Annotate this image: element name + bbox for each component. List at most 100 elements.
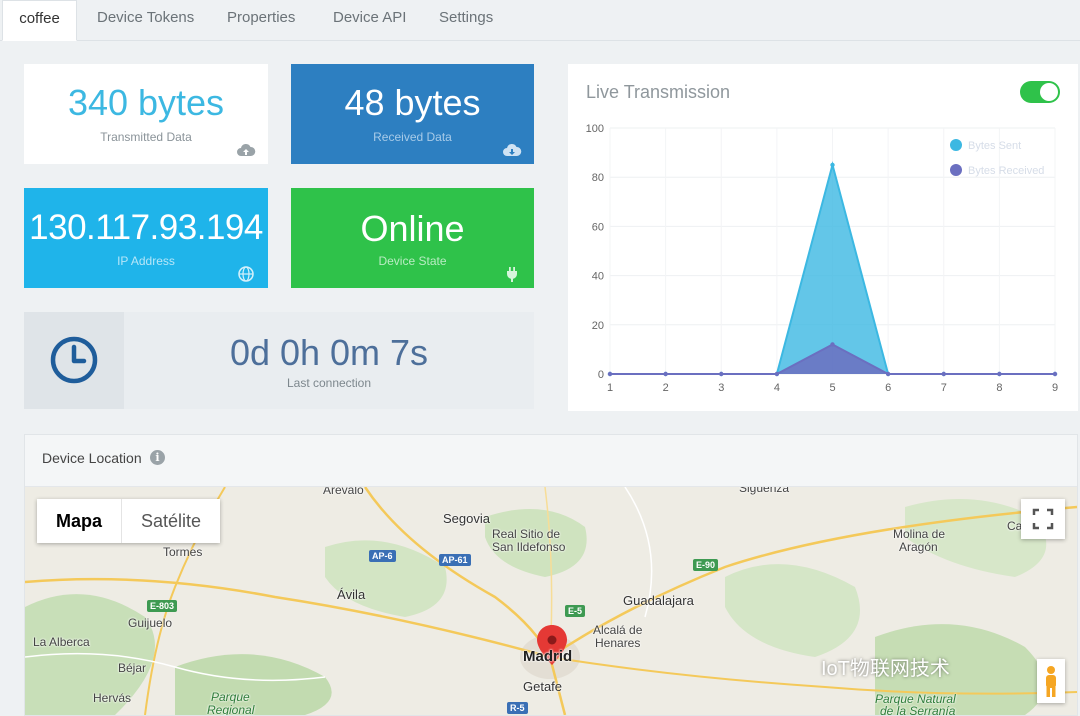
live-transmission-panel: 0 20 40 60 80 100 1 2 3 4 5 6 7 8 9 Bytes Sent Bytes Rec… — [568, 64, 1078, 411]
chart-y-tick-label: 80 — [592, 172, 604, 184]
map-label-alcala-1: Alcalá de — [593, 623, 643, 637]
map-label-siguenza: Sigüenza — [739, 487, 790, 495]
road-shield-e90: E-90 — [693, 559, 719, 571]
chart-point-bytes-received — [607, 371, 613, 377]
received-data-value: 48 bytes — [344, 82, 481, 123]
transmitted-data-label: Transmitted Data — [100, 130, 192, 144]
globe-icon — [238, 266, 254, 282]
map-label-madrid: Madrid — [523, 648, 573, 665]
chart-legend-marker — [950, 139, 962, 151]
chart-y-tick-label: 100 — [586, 123, 604, 135]
chart-point-bytes-received — [941, 371, 946, 377]
road-shield-e5: E-5 — [565, 605, 586, 617]
map-label-bejar: Béjar — [118, 661, 147, 675]
tab-settings[interactable]: Settings — [439, 0, 493, 41]
map-label-real-sitio-2: San Ildefonso — [492, 540, 566, 554]
road-shield-ap6: AP-6 — [369, 550, 396, 562]
chart-point-bytes-received — [774, 371, 780, 377]
tab-bar: coffee Device Tokens Properties Device A… — [0, 0, 1080, 41]
map-label-guijuelo: Guijuelo — [128, 616, 173, 630]
toggle-knob — [1040, 83, 1058, 101]
chart-x-tick-label: 3 — [718, 382, 724, 394]
chart-y-tick-label: 20 — [592, 320, 604, 332]
cloud-download-icon — [503, 143, 522, 156]
clock-box — [24, 312, 124, 409]
chart-y-tick-label: 60 — [592, 221, 604, 233]
road-shield-ap61: AP-61 — [439, 554, 471, 566]
ip-address-value: 130.117.93.194 — [29, 208, 263, 247]
chart-area-bytes-received — [610, 344, 1055, 374]
received-data-card: 48 bytes Received Data — [291, 64, 534, 164]
chart-point-bytes-received — [719, 371, 724, 377]
chart-x-tick-label: 8 — [996, 382, 1002, 394]
device-location-title: Device Location — [42, 450, 142, 466]
ip-address-label: IP Address — [117, 254, 175, 268]
chart-x-tick-label: 5 — [829, 382, 835, 394]
chart-x-tick-label: 6 — [885, 382, 891, 394]
chart-point-bytes-received — [885, 371, 891, 377]
chart-x-tick-label: 2 — [663, 382, 669, 394]
ip-address-card: 130.117.93.194 IP Address — [24, 188, 268, 288]
map-label-parque-regional-2: Regional — [207, 703, 255, 715]
live-transmission-toggle[interactable] — [1020, 81, 1060, 103]
fullscreen-button[interactable] — [1021, 499, 1065, 539]
map-label-avila: Ávila — [337, 587, 366, 602]
map-type-control: Mapa Satélite — [37, 499, 221, 543]
chart-point-bytes-received — [830, 342, 835, 347]
live-transmission-title: Live Transmission — [586, 82, 731, 102]
received-data-label: Received Data — [373, 130, 452, 144]
device-state-label: Device State — [378, 254, 447, 268]
map-label-tormes: Tormes — [163, 545, 203, 559]
clock-icon — [50, 336, 98, 384]
map-label-getafe: Getafe — [523, 679, 563, 694]
road-shield-e803: E-803 — [147, 600, 178, 612]
tab-device-tokens[interactable]: Device Tokens — [97, 0, 194, 41]
chart-x-tick-label: 9 — [1052, 382, 1058, 394]
last-connection-card: 0d 0h 0m 7s Last connection — [24, 312, 534, 409]
tab-properties[interactable]: Properties — [227, 0, 295, 41]
watermark-text: IoT物联网技术 — [821, 658, 950, 680]
map-type-satelite-button[interactable]: Satélite — [122, 499, 220, 543]
map-label-hervas: Hervás — [93, 691, 132, 705]
chart-legend-label: Bytes Sent — [968, 140, 1021, 152]
map-label-parque-regional-1: Parque — [211, 690, 250, 704]
chart-x-tick-label: 1 — [607, 382, 613, 394]
map-label-molina-1: Molina de — [893, 527, 946, 541]
transmitted-data-value: 340 bytes — [67, 82, 225, 123]
live-transmission-chart: 0 20 40 60 80 100 1 2 3 4 5 6 7 8 9 Bytes Sent Bytes Rec… — [586, 123, 1058, 394]
chart-y-tick-label: 40 — [592, 271, 604, 283]
chart-point-bytes-received — [997, 371, 1002, 377]
chart-point-bytes-received — [663, 371, 668, 377]
device-state-card: Online Device State — [291, 188, 534, 288]
tab-coffee[interactable]: coffee — [2, 0, 77, 41]
chart-y-tick-label: 0 — [598, 369, 604, 381]
map-label-alcala-2: Henares — [595, 636, 641, 650]
last-connection-value: 0d 0h 0m 7s — [229, 332, 429, 373]
chart-point-bytes-sent — [830, 162, 835, 168]
chart-point-bytes-received — [1052, 371, 1058, 377]
device-location-panel: Device Location i Arevalo Segovia Sigüen… — [24, 434, 1078, 716]
chart-x-tick-label: 7 — [941, 382, 947, 394]
map-label-segovia: Segovia — [443, 511, 490, 526]
map-label-real-sitio-1: Real Sitio de — [492, 527, 561, 541]
device-state-value: Online — [360, 208, 465, 249]
device-location-header: Device Location i — [25, 435, 1077, 487]
map-label-arevalo: Arevalo — [323, 487, 364, 497]
plug-icon — [507, 267, 517, 282]
pegman-icon — [1046, 666, 1056, 697]
chart-legend-marker — [950, 164, 962, 176]
pegman-button[interactable] — [1037, 659, 1065, 703]
fullscreen-icon — [1032, 508, 1054, 530]
transmitted-data-card: 340 bytes Transmitted Data — [24, 64, 268, 164]
map-label-molina-2: Aragón — [899, 540, 938, 554]
tab-device-api[interactable]: Device API — [333, 0, 406, 41]
cloud-upload-icon — [237, 143, 256, 156]
chart-x-tick-label: 4 — [774, 382, 780, 394]
map[interactable]: Arevalo Segovia Sigüenza Tormes Real Sit… — [25, 487, 1077, 715]
map-label-guadalajara: Guadalajara — [623, 593, 694, 608]
road-shield-r5: R-5 — [507, 702, 528, 714]
last-connection-label: Last connection — [286, 376, 372, 390]
info-icon[interactable]: i — [150, 450, 165, 465]
map-label-parque-natural-2: de la Serranía — [880, 704, 956, 715]
map-type-mapa-button[interactable]: Mapa — [37, 499, 123, 543]
